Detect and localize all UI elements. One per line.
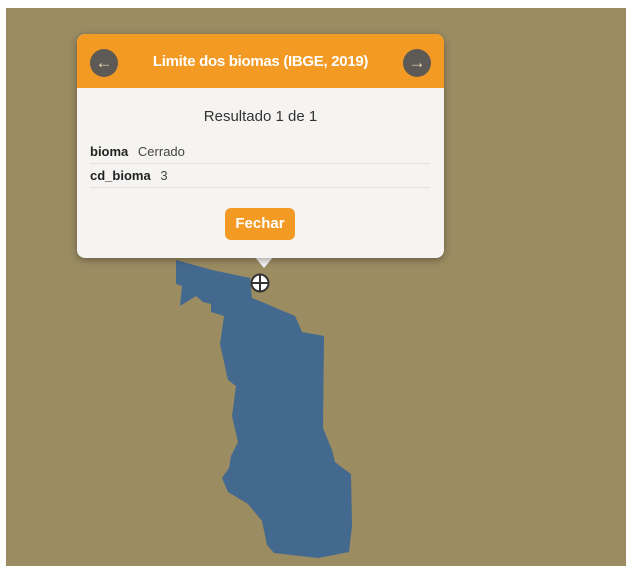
close-button[interactable]: Fechar [225, 208, 295, 240]
arrow-right-icon: → [408, 53, 426, 72]
next-result-button[interactable]: → [403, 49, 431, 77]
attribute-key: cd_bioma [90, 168, 151, 183]
crosshair-marker-icon[interactable] [250, 273, 270, 293]
arrow-left-icon: ← [95, 53, 113, 72]
attribute-value: 3 [160, 168, 168, 183]
result-count: Resultado 1 de 1 [203, 108, 318, 125]
screenshot-frame: ← Limite dos biomas (IBGE, 2019) → Resul… [0, 0, 632, 570]
attribute-row: bioma Cerrado [90, 141, 430, 164]
attribute-row: cd_bioma 3 [90, 165, 430, 188]
biome-polygon[interactable] [176, 260, 352, 558]
feature-info-popup: ← Limite dos biomas (IBGE, 2019) → Resul… [77, 34, 444, 258]
popup-title: Limite dos biomas (IBGE, 2019) [152, 53, 369, 70]
previous-result-button[interactable]: ← [90, 49, 118, 77]
attribute-key: bioma [90, 144, 129, 159]
attribute-value: Cerrado [137, 144, 185, 159]
popup-header: ← Limite dos biomas (IBGE, 2019) → [77, 34, 444, 88]
